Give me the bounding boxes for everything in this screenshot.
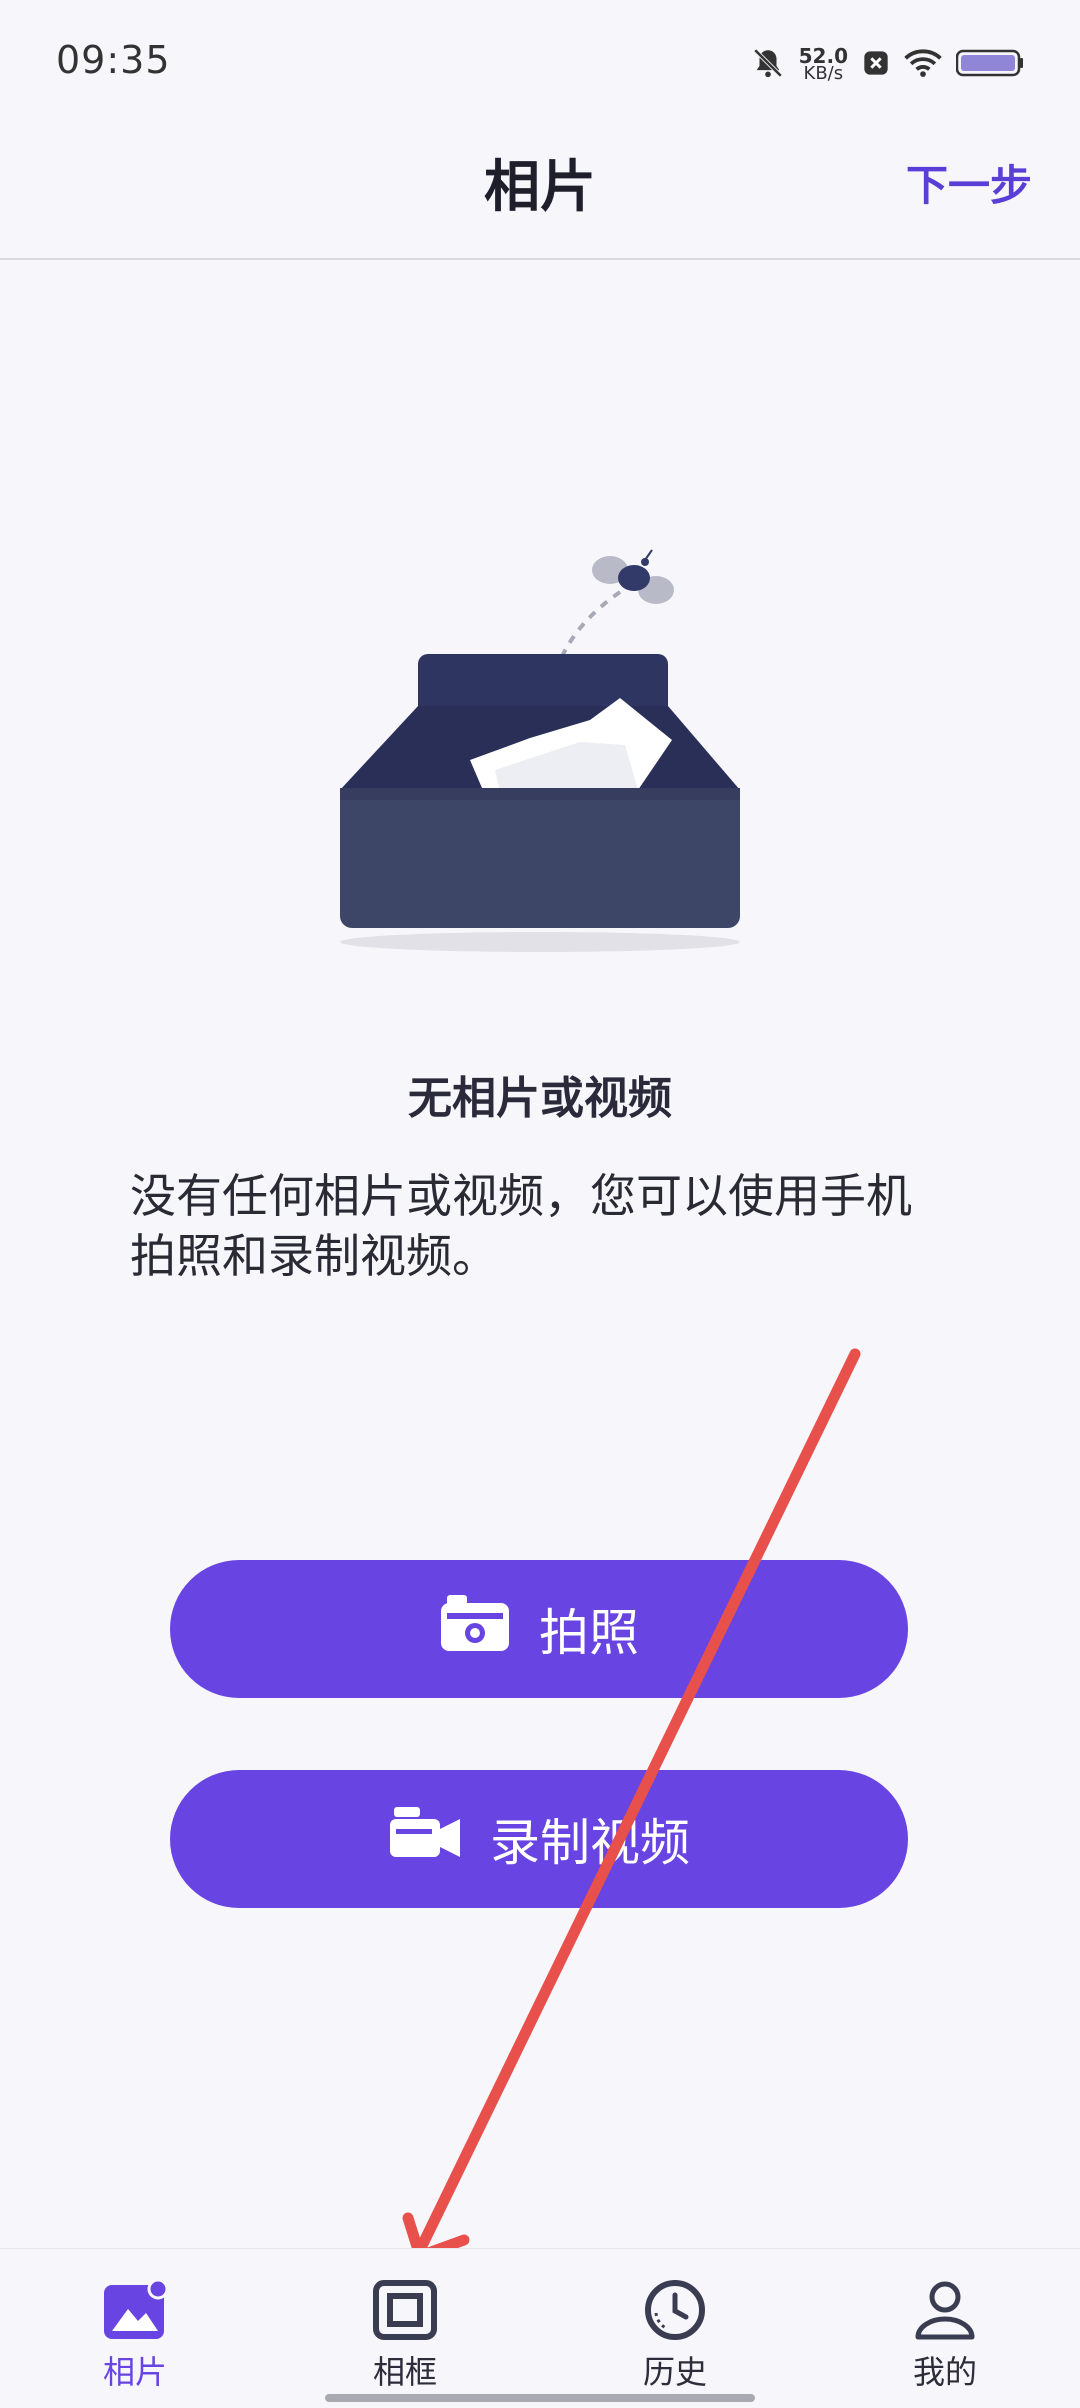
nav-label-profile: 我的 (912, 2353, 977, 2391)
nav-item-history[interactable]: 历史 (540, 2249, 810, 2408)
take-photo-button[interactable]: 拍照 (170, 1560, 908, 1698)
wifi-icon (904, 48, 942, 82)
record-video-label: 录制视频 (490, 1814, 690, 1872)
bell-muted-icon (751, 46, 785, 84)
history-clock-icon (642, 2279, 708, 2345)
nav-label-history: 历史 (642, 2353, 707, 2391)
nav-item-photos[interactable]: 相片 (0, 2249, 270, 2408)
close-box-icon (862, 49, 890, 81)
status-bar: 09:35 52.0 KB/s (0, 0, 1080, 120)
status-time: 09:35 (56, 38, 171, 82)
screen: 09:35 52.0 KB/s 相片 下一步 无相片或视频 没有任何相片或视频，… (0, 0, 1080, 2408)
net-speed: 52.0 KB/s (799, 46, 848, 84)
bottom-nav: 相片 相框 历史 我的 (0, 2248, 1080, 2408)
nav-item-frames[interactable]: 相框 (270, 2249, 540, 2408)
header: 相片 下一步 (0, 120, 1080, 260)
nav-item-profile[interactable]: 我的 (810, 2249, 1080, 2408)
record-video-button[interactable]: 录制视频 (170, 1770, 908, 1908)
home-indicator[interactable] (325, 2394, 755, 2402)
profile-icon (912, 2279, 978, 2345)
bee-icon (592, 549, 674, 604)
nav-label-photos: 相片 (102, 2353, 167, 2391)
frame-icon (372, 2279, 438, 2345)
battery-icon (955, 48, 1024, 82)
empty-state-description: 没有任何相片或视频，您可以使用手机拍照和录制视频。 (130, 1169, 912, 1283)
next-step-button[interactable]: 下一步 (906, 152, 1032, 213)
status-icons: 52.0 KB/s (751, 40, 1024, 90)
photo-icon (102, 2278, 169, 2345)
camera-icon (439, 1593, 511, 1665)
video-camera-icon (388, 1805, 462, 1873)
nav-label-frames: 相框 (372, 2353, 437, 2391)
empty-box-illustration (320, 530, 780, 970)
take-photo-label: 拍照 (539, 1604, 639, 1662)
empty-state-title: 无相片或视频 (408, 1073, 672, 1124)
net-speed-unit: KB/s (803, 63, 844, 84)
